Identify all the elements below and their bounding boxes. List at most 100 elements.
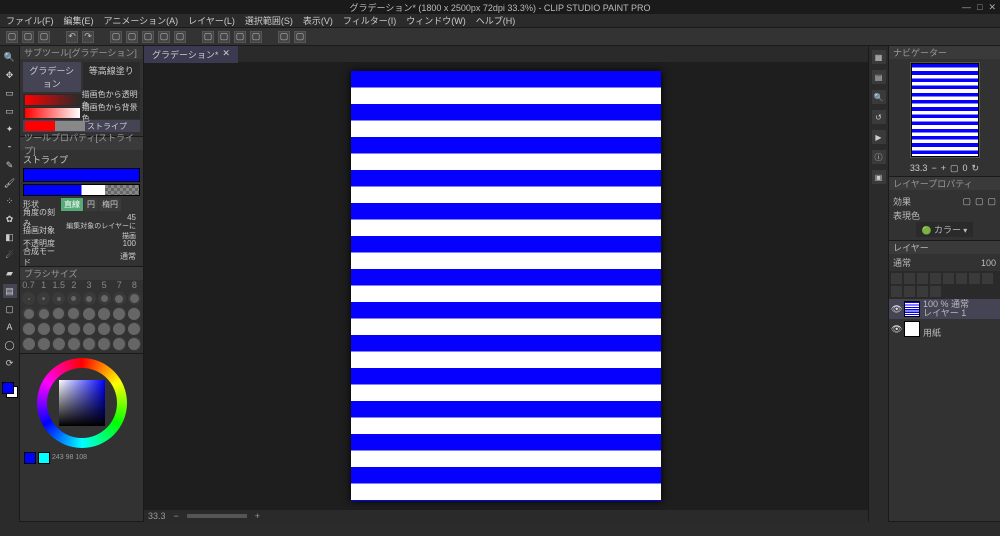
tool-correct[interactable]: ⟳	[3, 356, 17, 370]
layer-item[interactable]: 👁 100 % 通常 レイヤー 1	[889, 299, 1000, 319]
canvas-viewport[interactable]	[144, 62, 868, 510]
info-icon[interactable]: ⓘ	[872, 150, 886, 164]
target-value[interactable]: 編集対象のレイヤーに描画	[61, 221, 140, 241]
brush-preset[interactable]	[98, 337, 111, 350]
nav-zoom-in-icon[interactable]: +	[941, 163, 946, 174]
save-icon[interactable]: ▢	[38, 31, 50, 43]
layer-new-icon[interactable]	[982, 273, 993, 284]
layer-ref-icon[interactable]	[917, 273, 928, 284]
effect-color-icon[interactable]: ▢	[987, 196, 996, 207]
tool-wand[interactable]: ✦	[3, 122, 17, 136]
menu-view[interactable]: 表示(V)	[303, 14, 333, 27]
brush-preset[interactable]	[83, 322, 96, 335]
layer-folder-icon[interactable]	[891, 286, 902, 297]
menu-select[interactable]: 選択範囲(S)	[245, 14, 293, 27]
deselect-icon[interactable]: ▢	[126, 31, 138, 43]
brush-preset[interactable]	[128, 322, 141, 335]
document-tab[interactable]: グラデーション* ✕	[144, 46, 238, 63]
maximize-icon[interactable]: □	[977, 2, 982, 13]
zoom-icon[interactable]: ▢	[142, 31, 154, 43]
shape-linear[interactable]: 直線	[61, 198, 83, 211]
nav-fit-icon[interactable]: ▢	[950, 163, 959, 174]
minimize-icon[interactable]: —	[962, 2, 971, 13]
expr-select[interactable]: 🟢 カラー ▾	[916, 222, 973, 237]
zoom-in-icon[interactable]: +	[255, 511, 260, 521]
layer-draft-icon[interactable]	[930, 273, 941, 284]
brush-preset[interactable]	[83, 337, 96, 350]
brush-preset[interactable]	[52, 292, 65, 305]
nav-zoom-out-icon[interactable]: −	[931, 163, 936, 174]
tool-balloon[interactable]: ◯	[3, 338, 17, 352]
zoom-value[interactable]: 33.3	[148, 511, 166, 521]
gradient-preview[interactable]	[23, 168, 140, 182]
brush-preset[interactable]	[67, 337, 80, 350]
tool-deco[interactable]: ✿	[3, 212, 17, 226]
cloud-icon[interactable]: ▢	[294, 31, 306, 43]
snap-icon[interactable]: ▢	[218, 31, 230, 43]
subtool-tab-contour[interactable]: 等高線塗り	[83, 62, 141, 92]
menu-filter[interactable]: フィルター(I)	[343, 14, 396, 27]
brush-preset[interactable]	[67, 292, 80, 305]
tool-gradient[interactable]: ▤	[3, 284, 17, 298]
brush-preset[interactable]	[22, 322, 35, 335]
brush-preset[interactable]	[98, 307, 111, 320]
tool-pen[interactable]: ✎	[3, 158, 17, 172]
open-icon[interactable]: ▢	[22, 31, 34, 43]
brush-preset[interactable]	[98, 322, 111, 335]
nav-zoom[interactable]: 33.3	[910, 163, 928, 174]
layer-lock-icon[interactable]	[891, 273, 902, 284]
subtool-tab-gradient[interactable]: グラデーション	[23, 62, 81, 92]
rotate-icon[interactable]: ▢	[174, 31, 186, 43]
redo-icon[interactable]: ↷	[82, 31, 94, 43]
brush-preset[interactable]	[22, 337, 35, 350]
menu-file[interactable]: ファイル(F)	[6, 14, 54, 27]
brush-preset[interactable]	[113, 337, 126, 350]
tool-magnify[interactable]: 🔍	[3, 50, 17, 64]
autoaction-icon[interactable]: ▶	[872, 130, 886, 144]
tool-marquee[interactable]: ▭	[3, 104, 17, 118]
brush-preset[interactable]	[113, 322, 126, 335]
navigator-thumbnail[interactable]	[911, 63, 979, 157]
tool-eraser[interactable]: ◧	[3, 230, 17, 244]
brush-preset[interactable]	[128, 292, 141, 305]
tool-operation[interactable]: ▭	[3, 86, 17, 100]
layer-blend-select[interactable]: 通常	[893, 256, 979, 269]
layer-item[interactable]: 👁 用紙	[889, 319, 1000, 339]
brush-preset[interactable]	[113, 307, 126, 320]
brush-preset[interactable]	[52, 337, 65, 350]
effect-tone-icon[interactable]: ▢	[975, 196, 984, 207]
effect-border-icon[interactable]: ▢	[962, 196, 971, 207]
brush-preset[interactable]	[113, 292, 126, 305]
brush-preset[interactable]	[83, 292, 96, 305]
brush-preset[interactable]	[37, 322, 50, 335]
visibility-icon[interactable]: 👁	[891, 324, 901, 335]
menu-animation[interactable]: アニメーション(A)	[104, 14, 179, 27]
tool-eyedrop[interactable]: ⁃	[3, 140, 17, 154]
brush-preset[interactable]	[52, 322, 65, 335]
brush-preset[interactable]	[128, 307, 141, 320]
close-icon[interactable]: ✕	[988, 2, 996, 13]
layer-mask-icon[interactable]	[943, 273, 954, 284]
brush-preset[interactable]	[37, 337, 50, 350]
material-icon[interactable]: ▢	[202, 31, 214, 43]
tool-figure[interactable]: ▢	[3, 302, 17, 316]
nav-rotate-icon[interactable]: ↻	[972, 163, 980, 174]
shape-circle[interactable]: 円	[84, 198, 98, 211]
tool-text[interactable]: A	[3, 320, 17, 334]
shape-ellipse[interactable]: 楕円	[99, 198, 121, 211]
brush-preset[interactable]	[37, 307, 50, 320]
color-wheel[interactable]	[37, 358, 127, 448]
nav-angle[interactable]: 0	[963, 163, 968, 174]
brush-preset[interactable]	[98, 292, 111, 305]
brush-preset[interactable]	[37, 292, 50, 305]
layer-clip-icon[interactable]	[904, 273, 915, 284]
material-panel-icon[interactable]: ▤	[872, 70, 886, 84]
brush-preset[interactable]	[128, 337, 141, 350]
visibility-icon[interactable]: 👁	[891, 304, 901, 315]
layer-delete-icon[interactable]	[930, 286, 941, 297]
color-swatch[interactable]	[2, 382, 18, 398]
erase-icon[interactable]: ▢	[110, 31, 122, 43]
brush-preset[interactable]	[67, 307, 80, 320]
layer-transfer-icon[interactable]	[904, 286, 915, 297]
layer-opacity-value[interactable]: 100	[981, 258, 996, 268]
